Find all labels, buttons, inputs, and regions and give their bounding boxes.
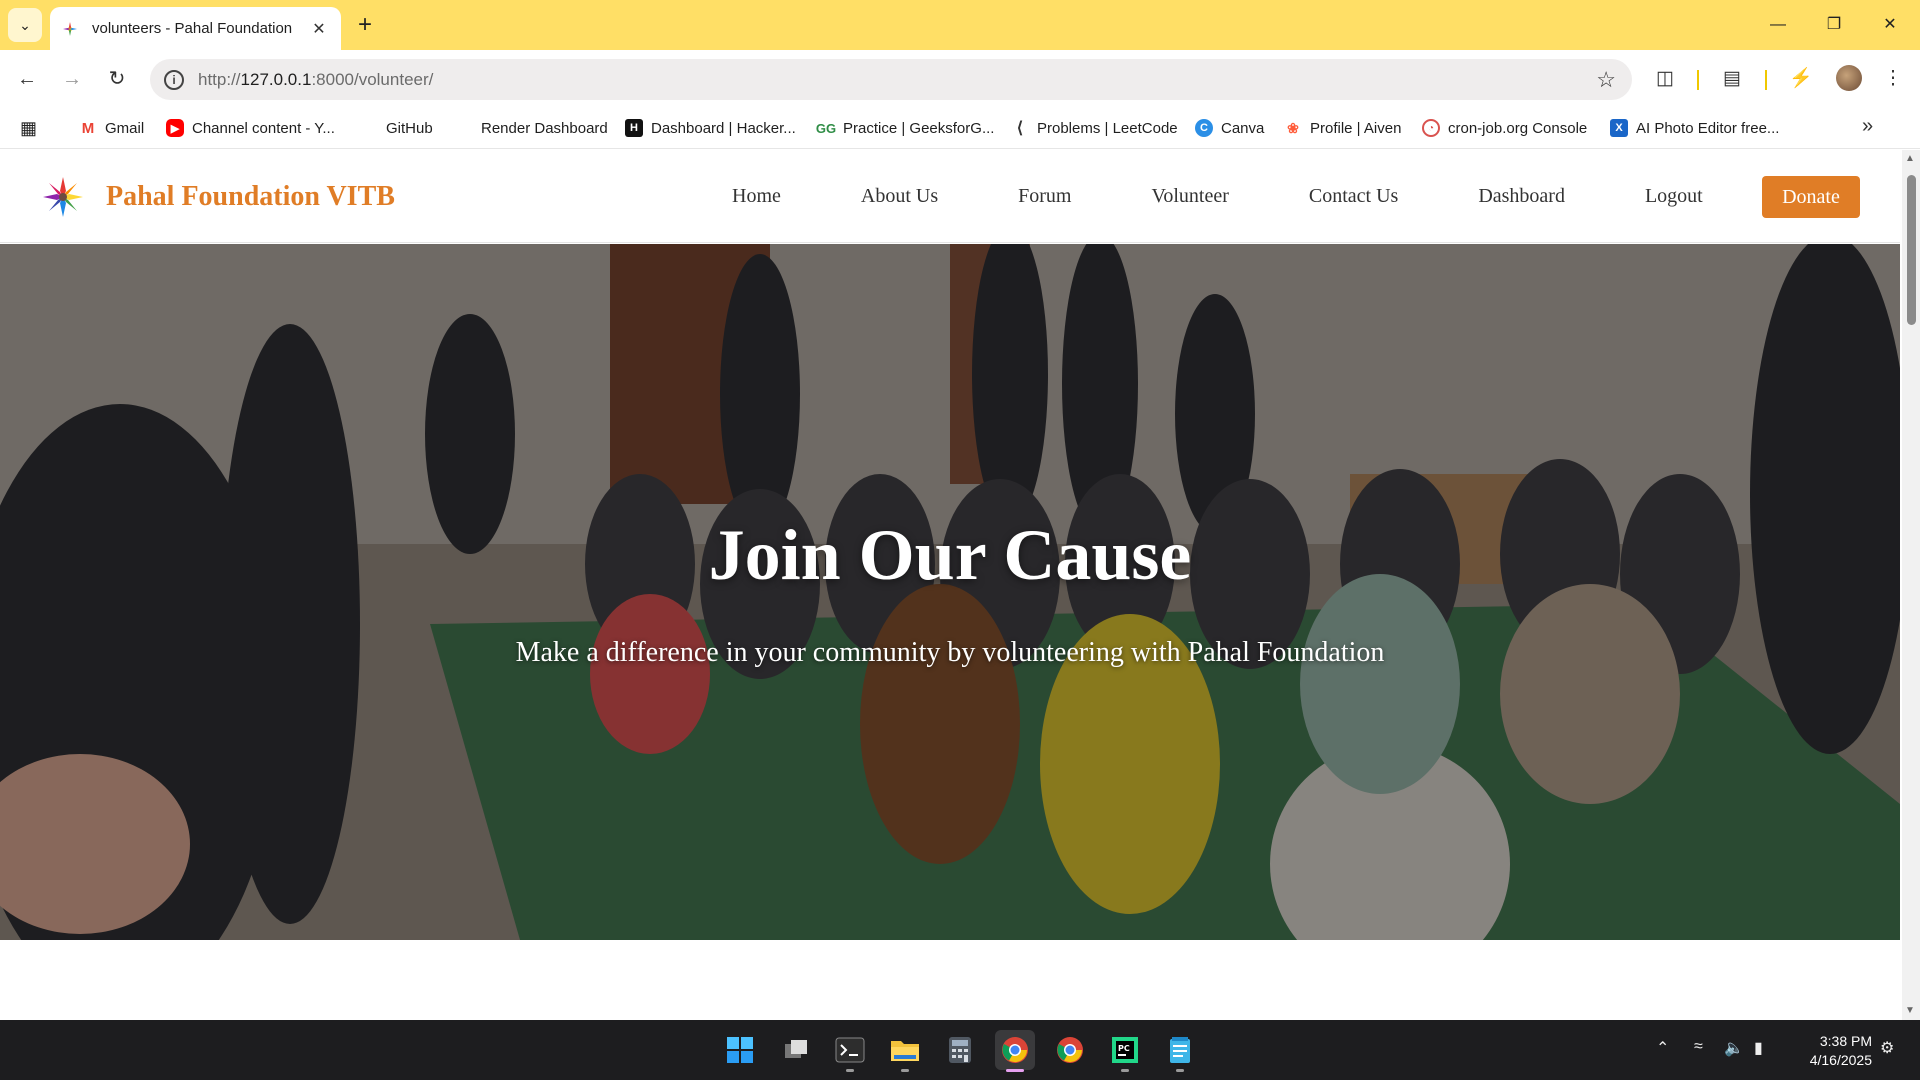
- hero-subtitle: Make a difference in your community by v…: [515, 637, 1385, 668]
- system-clock[interactable]: 3:38 PM 4/16/2025: [1790, 1032, 1872, 1070]
- bookmark-aiven[interactable]: ❀ Profile | Aiven: [1284, 117, 1401, 139]
- start-icon[interactable]: [720, 1030, 760, 1070]
- task-view-icon[interactable]: [776, 1030, 816, 1070]
- site-info-icon[interactable]: i: [164, 69, 184, 90]
- wifi-icon[interactable]: ≈: [1694, 1038, 1703, 1056]
- bookmark-canva[interactable]: C Canva: [1195, 117, 1264, 139]
- battery-icon[interactable]: ▮: [1754, 1038, 1763, 1058]
- donate-button[interactable]: Donate: [1762, 176, 1860, 218]
- reload-icon[interactable]: ↻: [100, 62, 134, 96]
- chevron-up-icon[interactable]: ⌃: [1656, 1038, 1669, 1058]
- scroll-up-icon[interactable]: ▲: [1905, 153, 1915, 164]
- page-viewport: Pahal Foundation VITB Home About Us Foru…: [0, 150, 1900, 1020]
- page-scrollbar[interactable]: ▲ ▼: [1902, 150, 1920, 1020]
- bookmark-render[interactable]: Render Dashboard: [455, 117, 608, 139]
- hero-banner: Join Our Cause Make a difference in your…: [0, 244, 1900, 940]
- volume-icon[interactable]: 🔈: [1724, 1038, 1744, 1058]
- toolbar-divider: [1765, 70, 1767, 90]
- nav-home[interactable]: Home: [732, 185, 781, 208]
- hero-title: Join Our Cause: [708, 515, 1192, 595]
- minimize-icon[interactable]: —: [1758, 8, 1798, 42]
- url-text: http://127.0.0.1:8000/volunteer/: [198, 69, 434, 89]
- svg-text:PC: PC: [1118, 1044, 1130, 1053]
- bookmark-leetcode[interactable]: ⟨ Problems | LeetCode: [1011, 117, 1178, 139]
- menu-kebab-icon[interactable]: ⋮: [1876, 62, 1910, 96]
- performance-icon[interactable]: ⚡: [1784, 62, 1818, 96]
- calculator-icon[interactable]: [940, 1030, 980, 1070]
- clock-time: 3:38 PM: [1819, 1033, 1872, 1049]
- forward-icon[interactable]: →: [55, 62, 89, 96]
- aiven-icon: ❀: [1287, 119, 1299, 136]
- bookmark-github[interactable]: GitHub: [360, 117, 433, 139]
- render-icon: [455, 119, 473, 137]
- notepad-icon[interactable]: [1160, 1030, 1200, 1072]
- os-taskbar: PC ⌃ ≈ 🔈 ▮ 3:38 PM 4/16/2025 ⚙: [0, 1020, 1920, 1080]
- nav-about-us[interactable]: About Us: [861, 185, 938, 208]
- photo-editor-icon: X: [1610, 119, 1628, 137]
- chrome-icon[interactable]: [995, 1030, 1035, 1072]
- bookmarks-bar: ▦ M Gmail ▶ Channel content - Y... GitHub …: [0, 107, 1920, 149]
- restore-icon[interactable]: ❐: [1814, 8, 1854, 42]
- geeksforgeeks-icon: GG: [815, 120, 837, 136]
- brand-name: Pahal Foundation VITB: [106, 181, 395, 212]
- github-icon: [360, 119, 378, 137]
- back-icon[interactable]: ←: [10, 62, 44, 96]
- browser-toolbar: ← → ↻ i http://127.0.0.1:8000/volunteer/…: [0, 50, 1920, 107]
- bookmark-youtube[interactable]: ▶ Channel content - Y...: [166, 117, 335, 139]
- file-explorer-icon[interactable]: [885, 1030, 925, 1072]
- close-tab-icon[interactable]: ✕: [309, 19, 329, 39]
- notification-icon[interactable]: ⚙: [1880, 1038, 1894, 1058]
- terminal-icon[interactable]: [830, 1030, 870, 1072]
- bookmark-hackerrank[interactable]: H Dashboard | Hacker...: [625, 117, 796, 139]
- close-window-icon[interactable]: ✕: [1870, 8, 1910, 42]
- bookmark-geeksforgeeks[interactable]: GG Practice | GeeksforG...: [815, 117, 995, 139]
- main-menu: Home About Us Forum Volunteer Contact Us…: [700, 150, 1783, 243]
- new-tab-button[interactable]: +: [350, 10, 380, 40]
- bookmark-gmail[interactable]: M Gmail: [79, 117, 144, 139]
- pycharm-icon[interactable]: PC: [1105, 1030, 1145, 1072]
- nav-volunteer[interactable]: Volunteer: [1151, 185, 1228, 208]
- bookmark-cronjob[interactable]: ◔ cron-job.org Console: [1422, 117, 1587, 139]
- gmail-icon: M: [81, 119, 95, 137]
- address-bar[interactable]: i http://127.0.0.1:8000/volunteer/ ☆: [150, 59, 1632, 100]
- extensions-icon[interactable]: ◫: [1648, 62, 1682, 96]
- site-brand[interactable]: Pahal Foundation VITB: [40, 174, 395, 220]
- browser-tab-strip: ⌄ volunteers - Pahal Foundation ✕ + — ❐ …: [0, 0, 1920, 50]
- cronjob-icon: ◔: [1422, 119, 1440, 137]
- chevron-down-icon: ⌄: [19, 16, 31, 33]
- nav-forum[interactable]: Forum: [1018, 185, 1071, 208]
- pahal-favicon-icon: [63, 21, 77, 36]
- hackerrank-icon: H: [625, 119, 643, 137]
- toolbar-divider: [1697, 70, 1699, 90]
- nav-logout[interactable]: Logout: [1645, 185, 1703, 208]
- reading-list-icon[interactable]: ▤: [1715, 62, 1749, 96]
- canva-icon: C: [1195, 119, 1213, 137]
- scrollbar-thumb[interactable]: [1907, 175, 1916, 325]
- clock-date: 4/16/2025: [1809, 1052, 1872, 1068]
- browser-tab-active[interactable]: volunteers - Pahal Foundation ✕: [50, 7, 341, 50]
- scroll-down-icon[interactable]: ▼: [1905, 1005, 1915, 1016]
- pahal-logo: [43, 177, 83, 217]
- youtube-icon: ▶: [166, 119, 184, 137]
- chevron-right-icon[interactable]: »: [1862, 115, 1873, 138]
- tab-title: volunteers - Pahal Foundation: [92, 20, 293, 37]
- nav-contact-us[interactable]: Contact Us: [1309, 185, 1398, 208]
- site-navbar: Pahal Foundation VITB Home About Us Foru…: [0, 150, 1900, 243]
- tab-search-button[interactable]: ⌄: [8, 8, 42, 42]
- bookmark-photo-editor[interactable]: X AI Photo Editor free...: [1610, 117, 1779, 139]
- profile-avatar[interactable]: [1836, 65, 1862, 91]
- bookmark-star-icon[interactable]: ☆: [1596, 67, 1616, 93]
- apps-grid-icon[interactable]: ▦: [20, 117, 37, 139]
- leetcode-icon: ⟨: [1016, 120, 1024, 137]
- chrome-profile-icon[interactable]: [1050, 1030, 1090, 1070]
- nav-dashboard[interactable]: Dashboard: [1478, 185, 1565, 208]
